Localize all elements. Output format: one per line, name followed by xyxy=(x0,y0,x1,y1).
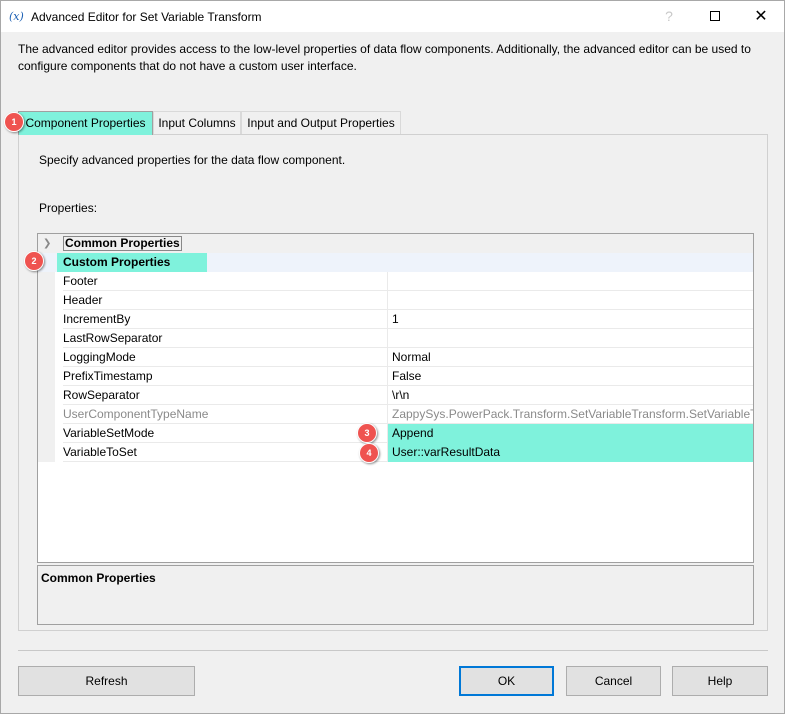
cancel-button[interactable]: Cancel xyxy=(566,666,661,696)
callout-badge-4: 4 xyxy=(359,443,379,463)
property-value[interactable]: Normal xyxy=(388,348,753,367)
property-row-loggingmode[interactable]: LoggingMode Normal xyxy=(38,348,753,367)
property-row-variabletoset[interactable]: VariableToSet User::varResultData xyxy=(38,443,753,462)
callout-badge-3: 3 xyxy=(357,423,377,443)
property-name: RowSeparator xyxy=(63,386,388,405)
property-value[interactable]: \r\n xyxy=(388,386,753,405)
variable-icon: (x) xyxy=(9,10,24,23)
refresh-button[interactable]: Refresh xyxy=(18,666,195,696)
property-name: VariableToSet xyxy=(63,443,388,462)
category-custom-properties[interactable]: Custom Properties xyxy=(38,253,753,272)
help-button[interactable]: Help xyxy=(672,666,768,696)
property-grid[interactable]: ❯ Common Properties Custom Properties Fo… xyxy=(37,233,754,563)
ok-button[interactable]: OK xyxy=(459,666,554,696)
property-row-variablesetmode[interactable]: VariableSetMode Append xyxy=(38,424,753,443)
panel-description: Specify advanced properties for the data… xyxy=(39,153,346,167)
property-name: VariableSetMode xyxy=(63,424,388,443)
tab-input-output-properties[interactable]: Input and Output Properties xyxy=(241,111,401,134)
property-row-rowseparator[interactable]: RowSeparator \r\n xyxy=(38,386,753,405)
property-value[interactable]: 1 xyxy=(388,310,753,329)
tab-component-properties[interactable]: Component Properties xyxy=(18,111,153,135)
property-name: LastRowSeparator xyxy=(63,329,388,348)
property-value[interactable]: Append xyxy=(388,424,753,443)
question-mark-icon[interactable]: ? xyxy=(646,1,692,32)
category-label: Common Properties xyxy=(63,236,182,251)
chevron-right-icon[interactable]: ❯ xyxy=(43,234,53,253)
property-row-usercomponenttypename[interactable]: UserComponentTypeName ZappySys.PowerPack… xyxy=(38,405,753,424)
tab-panel-component-properties: Specify advanced properties for the data… xyxy=(18,134,768,631)
property-value: ZappySys.PowerPack.Transform.SetVariable… xyxy=(388,405,753,424)
maximize-icon[interactable] xyxy=(692,1,738,32)
footer-divider xyxy=(18,650,768,651)
property-row-lastrowseparator[interactable]: LastRowSeparator xyxy=(38,329,753,348)
property-name: Header xyxy=(63,291,388,310)
property-name: IncrementBy xyxy=(63,310,388,329)
property-name: UserComponentTypeName xyxy=(63,405,388,424)
property-value[interactable]: False xyxy=(388,367,753,386)
properties-label: Properties: xyxy=(39,201,98,215)
property-description-pane: Common Properties xyxy=(37,565,754,625)
property-name: PrefixTimestamp xyxy=(63,367,388,386)
property-row-prefixtimestamp[interactable]: PrefixTimestamp False xyxy=(38,367,753,386)
property-name: Footer xyxy=(63,272,388,291)
title-bar: (x) Advanced Editor for Set Variable Tra… xyxy=(1,1,784,32)
property-value[interactable] xyxy=(388,329,753,348)
callout-badge-1: 1 xyxy=(4,112,24,132)
property-value[interactable] xyxy=(388,272,753,291)
window-title: Advanced Editor for Set Variable Transfo… xyxy=(31,10,262,24)
property-row-header[interactable]: Header xyxy=(38,291,753,310)
category-label: Custom Properties xyxy=(57,253,207,272)
property-value[interactable] xyxy=(388,291,753,310)
property-row-incrementby[interactable]: IncrementBy 1 xyxy=(38,310,753,329)
editor-description: The advanced editor provides access to t… xyxy=(18,42,751,73)
tab-input-columns[interactable]: Input Columns xyxy=(153,111,241,134)
description-pane-title: Common Properties xyxy=(41,571,156,585)
close-icon[interactable]: ✕ xyxy=(738,1,784,32)
category-common-properties[interactable]: ❯ Common Properties xyxy=(38,234,753,253)
advanced-editor-window: (x) Advanced Editor for Set Variable Tra… xyxy=(0,0,785,714)
property-row-footer[interactable]: Footer xyxy=(38,272,753,291)
property-value[interactable]: User::varResultData xyxy=(388,443,753,462)
callout-badge-2: 2 xyxy=(24,251,44,271)
property-name: LoggingMode xyxy=(63,348,388,367)
